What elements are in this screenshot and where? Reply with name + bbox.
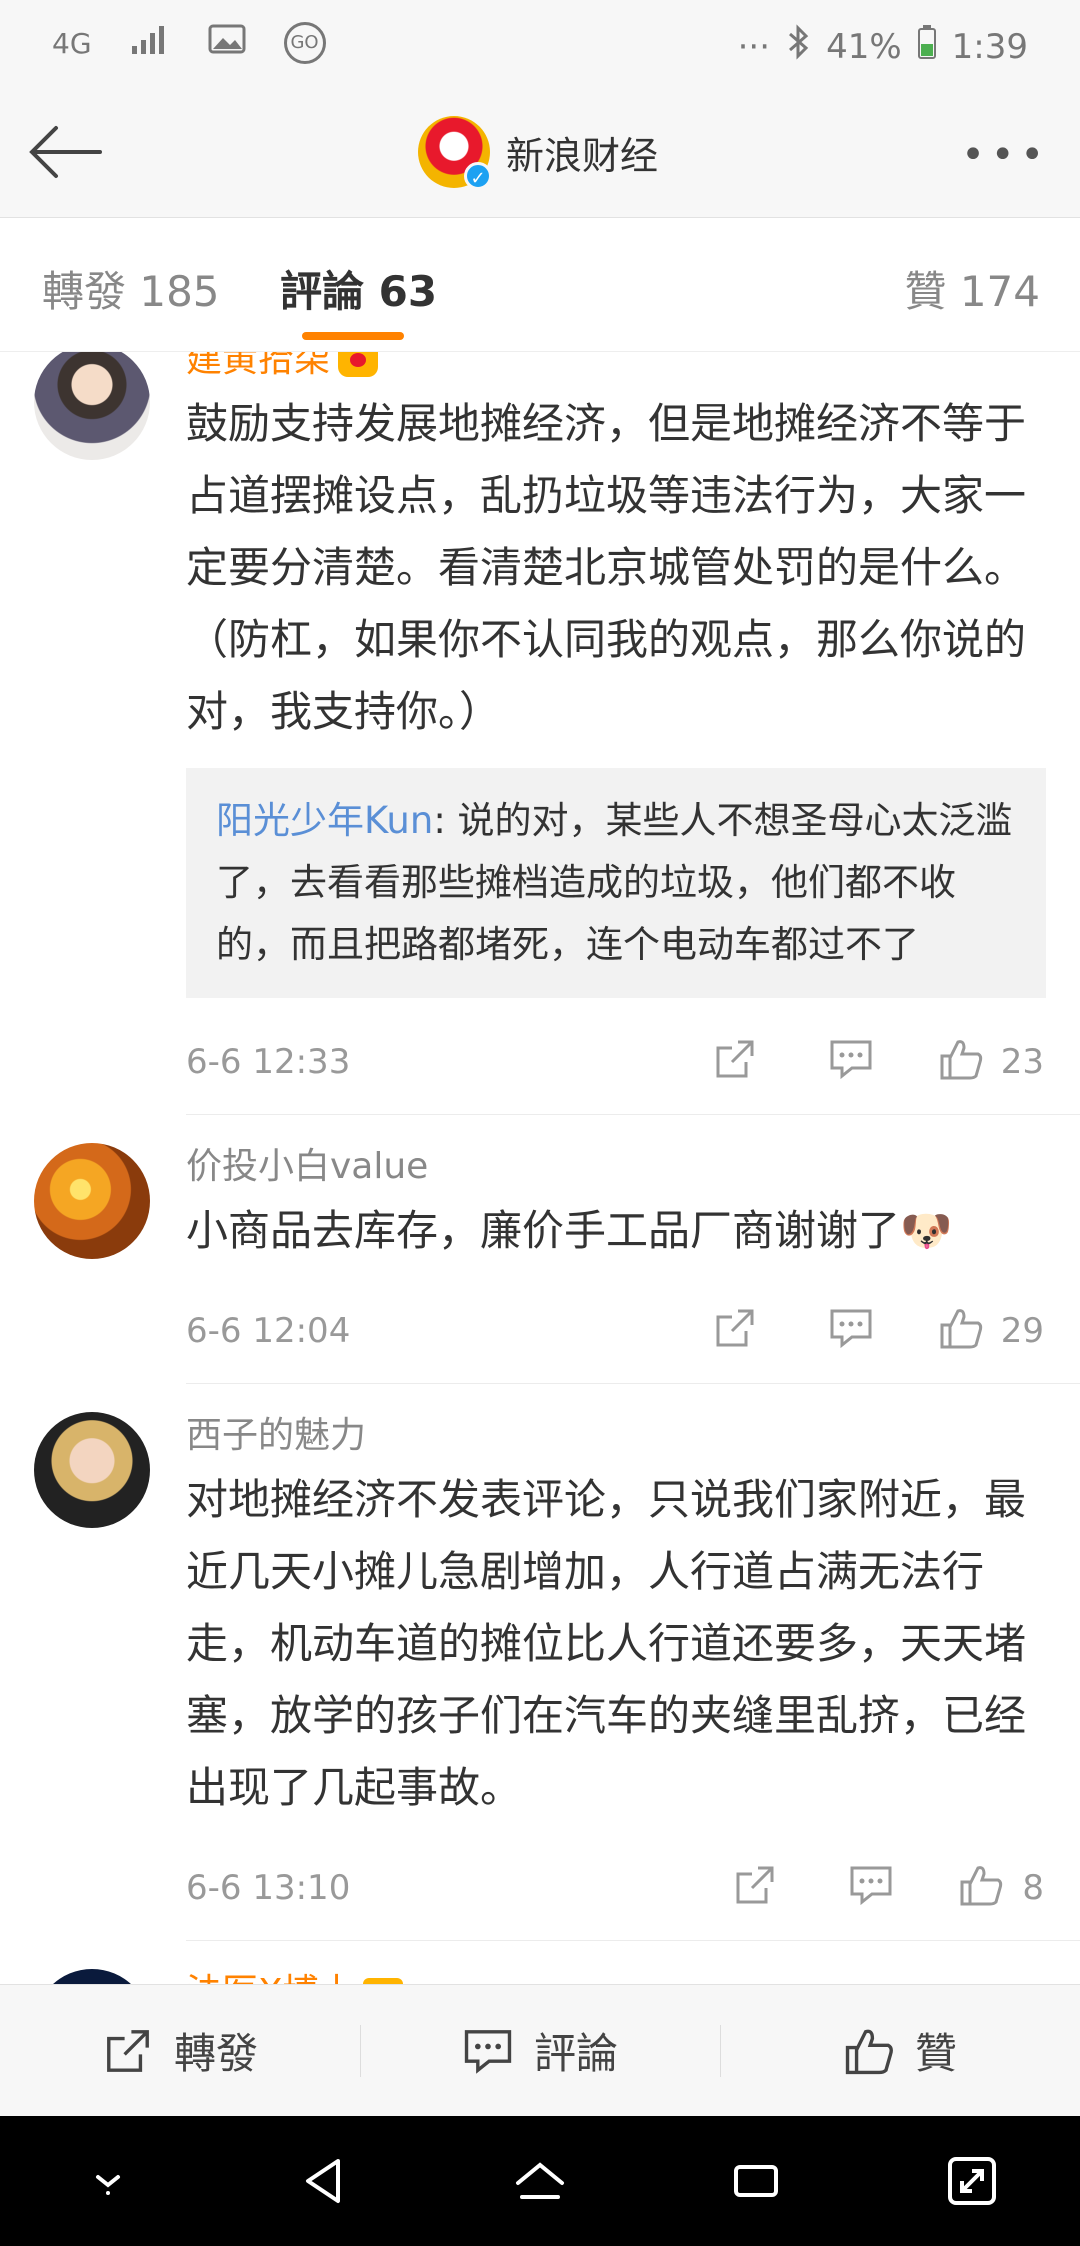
comment-meta: 6-6 12:04 29 <box>186 1283 1080 1383</box>
repost-button[interactable]: 轉發 <box>0 1985 360 2116</box>
home-icon[interactable] <box>510 2151 570 2211</box>
top-nav-bar: ✓ 新浪财经 ••• <box>0 90 1080 218</box>
like-count: 23 <box>1000 1042 1044 1082</box>
account-header[interactable]: ✓ 新浪财经 <box>418 116 659 190</box>
comment-meta: 6-6 12:33 23 <box>186 1014 1080 1114</box>
active-tab-indicator <box>302 332 404 340</box>
share-icon[interactable] <box>732 1862 778 1908</box>
repost-label: 轉發 <box>173 2029 258 2078</box>
like-button[interactable]: 贊 <box>720 1985 1080 2116</box>
account-name: 新浪财经 <box>506 133 659 178</box>
like-icon <box>845 2029 893 2074</box>
go-mode-icon: GO <box>283 22 326 64</box>
comment-item: 价投小白value 小商品去库存，廉价手工品厂商谢谢了🐶 6-6 12:04 2… <box>34 1115 1080 1384</box>
tab-comments[interactable]: 評論 63 <box>280 258 437 319</box>
comment-meta: 6-6 13:10 8 <box>186 1840 1080 1940</box>
comment-icon <box>464 2029 512 2074</box>
gallery-icon <box>208 23 246 64</box>
like-icon[interactable] <box>938 1036 984 1082</box>
reply-username[interactable]: 阳光少年Kun <box>216 799 433 842</box>
tab-reposts[interactable]: 轉發 185 <box>42 258 220 319</box>
reply-icon[interactable] <box>828 1036 874 1082</box>
avatar[interactable] <box>34 1412 150 1528</box>
comment-time: 6-6 13:10 <box>186 1868 351 1908</box>
avatar[interactable] <box>34 352 150 460</box>
tab-likes[interactable]: 贊 174 <box>904 258 1040 319</box>
reply-preview[interactable]: 阳光少年Kun: 说的对，某些人不想圣母心太泛滥了，去看看那些摊档造成的垃圾，他… <box>186 768 1046 998</box>
like-label: 贊 <box>914 2029 957 2078</box>
avatar[interactable] <box>34 1143 150 1259</box>
share-icon <box>107 2029 149 2072</box>
share-icon[interactable] <box>712 1305 758 1351</box>
comment-time: 6-6 12:04 <box>186 1311 351 1351</box>
bottom-action-bar: 轉發 評論 贊 <box>0 1984 1080 2116</box>
comment-item: 西子的魅力 对地摊经济不发表评论，只说我们家附近，最近几天小摊儿急剧增加，人行道… <box>34 1384 1080 1941</box>
bluetooth-icon <box>786 24 810 69</box>
signal-icon <box>130 23 170 63</box>
comment-time: 6-6 12:33 <box>186 1042 351 1082</box>
vip-crown-icon <box>338 352 379 377</box>
like-icon[interactable] <box>938 1305 984 1351</box>
like-count: 8 <box>1022 1868 1044 1908</box>
overflow-indicator: ··· <box>737 26 771 67</box>
back-arrow-icon[interactable] <box>26 120 106 184</box>
reply-icon[interactable] <box>828 1305 874 1351</box>
comment-text: 鼓励支持发展地摊经济，但是地摊经济不等于占道摆摊设点，乱扔垃圾等违法行为，大家一… <box>186 399 1027 736</box>
username-text[interactable]: 建黄拾柒 <box>186 352 330 380</box>
comment-label: 評論 <box>533 2029 618 2078</box>
sina-finance-logo: ✓ <box>418 116 492 190</box>
comment-username[interactable]: 法医X博士 <box>186 1963 1080 1984</box>
recent-apps-icon[interactable] <box>726 2151 786 2211</box>
chevron-down-icon[interactable] <box>78 2151 138 2211</box>
battery-percent: 41% <box>826 26 902 67</box>
avatar[interactable] <box>34 1969 150 1984</box>
clock: 1:39 <box>951 26 1028 67</box>
comment-item: 法医X博士 <box>34 1941 1080 1984</box>
more-options-icon[interactable]: ••• <box>961 132 1050 178</box>
share-icon[interactable] <box>712 1036 758 1082</box>
verified-badge-icon: ✓ <box>464 162 492 190</box>
battery-icon <box>917 25 936 68</box>
like-count: 29 <box>1000 1311 1044 1351</box>
comment-username[interactable]: 价投小白value <box>186 1137 1080 1189</box>
back-triangle-icon[interactable] <box>294 2151 354 2211</box>
expand-icon[interactable] <box>942 2151 1002 2211</box>
comment-list[interactable]: 建黄拾柒 鼓励支持发展地摊经济，但是地摊经济不等于占道摆摊设点，乱扔垃圾等违法行… <box>0 352 1080 1984</box>
comment-username[interactable]: 建黄拾柒 <box>186 352 1080 382</box>
comment-text: 对地摊经济不发表评论，只说我们家附近，最近几天小摊儿急剧增加，人行道占满无法行走… <box>186 1475 1027 1812</box>
status-bar: 4G GO ··· 41% 1:39 <box>0 0 1080 90</box>
comment-text: 小商品去库存，廉价手工品厂商谢谢了🐶 <box>186 1206 953 1255</box>
system-nav-bar <box>0 2116 1080 2246</box>
comment-username[interactable]: 西子的魅力 <box>186 1406 1080 1458</box>
comment-item: 建黄拾柒 鼓励支持发展地摊经济，但是地摊经济不等于占道摆摊设点，乱扔垃圾等违法行… <box>34 352 1080 1115</box>
comment-button[interactable]: 評論 <box>360 1985 720 2116</box>
network-indicator: 4G <box>52 26 92 60</box>
like-icon[interactable] <box>958 1862 1004 1908</box>
reply-icon[interactable] <box>848 1862 894 1908</box>
tab-bar: 轉發 185 評論 63 贊 174 <box>0 218 1080 352</box>
username-text[interactable]: 法医X博士 <box>186 1972 355 1984</box>
